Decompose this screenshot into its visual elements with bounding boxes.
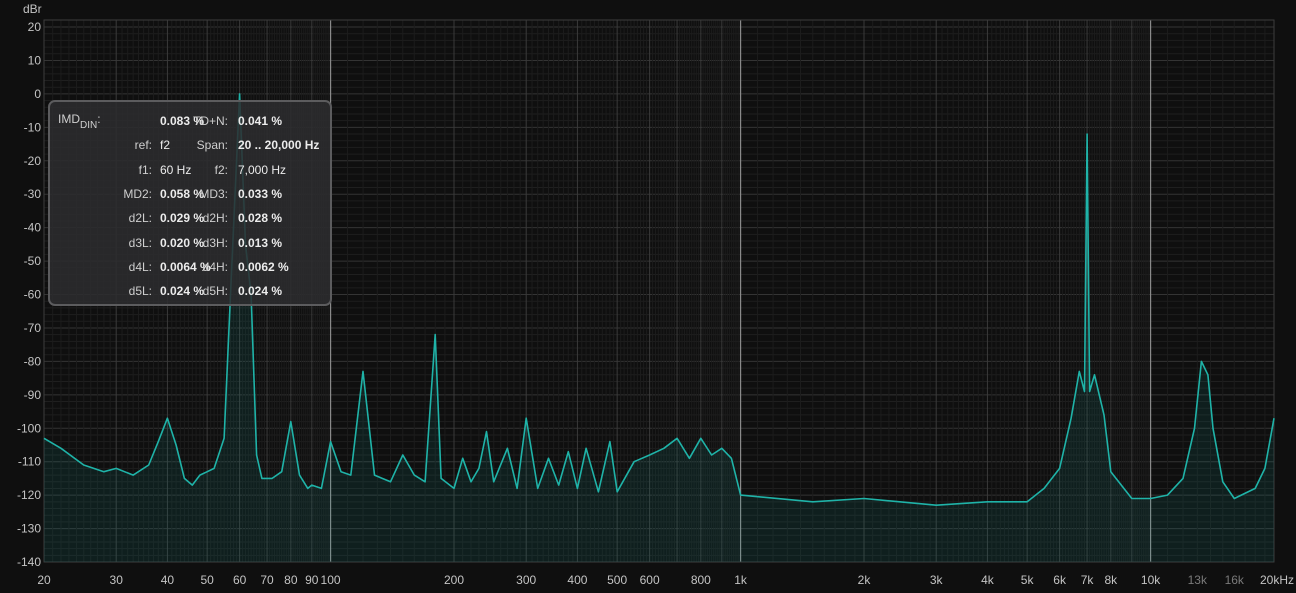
x-tick-label: 90	[305, 573, 319, 587]
y-tick-label: -30	[24, 187, 42, 201]
x-tick-label: 16k	[1225, 573, 1245, 587]
readout-value-left: f2	[160, 138, 171, 153]
y-tick-label: -60	[24, 288, 42, 302]
x-tick-label: 100	[321, 573, 341, 587]
x-tick-label: 70	[260, 573, 274, 587]
y-axis-label: dBr	[23, 2, 42, 16]
x-tick-label: 600	[640, 573, 660, 587]
x-tick-label: 300	[516, 573, 536, 587]
readout-row: d4L: 0.0064 % d4H: 0.0062 %	[50, 260, 330, 278]
x-tick-label: 20	[37, 573, 51, 587]
readout-label-right: d5H:	[202, 284, 228, 299]
readout-value-right: 0.033 %	[238, 186, 283, 201]
x-tick-label: 6k	[1053, 573, 1067, 587]
readout-row: f1: 60 Hz f2: 7,000 Hz	[50, 163, 330, 181]
readout-label-left: d2L:	[128, 211, 152, 226]
y-tick-label: 0	[34, 87, 41, 101]
readout-label-left: f1:	[138, 162, 152, 177]
readout-value-right: 0.013 %	[238, 235, 283, 250]
y-tick-label: -100	[17, 421, 41, 435]
x-tick-label: 8k	[1105, 573, 1119, 587]
x-tick-label: 50	[200, 573, 214, 587]
readout-label-right: TD+N:	[192, 114, 228, 128]
x-tick-label: 1k	[734, 573, 748, 587]
y-tick-label: 20	[28, 20, 42, 34]
x-tick-label: 7k	[1081, 573, 1095, 587]
readout-row: 0.083 % TD+N: 0.041 %	[50, 114, 330, 132]
readout-label-left: d4L:	[128, 259, 152, 274]
readout-label-right: MD3:	[199, 186, 228, 201]
readout-row: d3L: 0.020 % d3H: 0.013 %	[50, 236, 330, 254]
readout-label-left: d3L:	[128, 235, 152, 250]
x-tick-label: 80	[284, 573, 298, 587]
y-tick-label: -110	[18, 455, 41, 469]
x-tick-label: 500	[607, 573, 627, 587]
x-tick-label: 10k	[1141, 573, 1161, 587]
x-tick-label: 40	[161, 573, 175, 587]
readout-value-left: 60 Hz	[160, 162, 192, 177]
x-axis-ticks: 20 30 40 50 60 70 80 90 100 200 300 400 500 600 800 1k 2…	[37, 573, 1294, 587]
readout-value-right: 0.041 %	[238, 114, 283, 128]
readout-label-right: d2H:	[202, 211, 228, 226]
y-tick-label: -70	[24, 321, 42, 335]
y-axis-ticks: 20 10 0 -10 -20 -30 -40 -50 -60 -70 -80 -90 -100 -110…	[17, 20, 41, 569]
readout-label-left: d5L:	[128, 284, 152, 299]
readout-label-left: MD2:	[123, 186, 152, 201]
y-tick-label: 10	[28, 53, 42, 67]
readout-row: d2L: 0.029 % d2H: 0.028 %	[50, 211, 330, 229]
readout-row: MD2: 0.058 % MD3: 0.033 %	[50, 187, 330, 205]
x-tick-label: 2k	[858, 573, 872, 587]
y-tick-label: -20	[24, 154, 42, 168]
imd-readout-panel: IMDDIN: 0.083 % TD+N: 0.041 % ref: f2 Span: 20…	[48, 100, 332, 306]
readout-value-left: 0.024 %	[160, 284, 205, 299]
readout-value-left: 0.020 %	[160, 235, 205, 250]
readout-value-right: 20 .. 20,000 Hz	[238, 138, 320, 153]
readout-value-left: 0.029 %	[160, 211, 205, 226]
readout-value-right: 7,000 Hz	[238, 162, 287, 177]
y-tick-label: -40	[24, 221, 42, 235]
x-tick-label: 13k	[1188, 573, 1208, 587]
y-tick-label: -80	[24, 354, 42, 368]
x-tick-label: 4k	[981, 573, 995, 587]
x-tick-label: 200	[444, 573, 464, 587]
readout-value-left: 0.058 %	[160, 186, 205, 201]
x-tick-label: 60	[233, 573, 247, 587]
readout-label-right: f2:	[214, 162, 228, 177]
readout-label-right: Span:	[196, 138, 228, 153]
y-tick-label: -130	[17, 522, 41, 536]
readout-row: ref: f2 Span: 20 .. 20,000 Hz	[50, 138, 330, 156]
readout-value-right: 0.024 %	[238, 284, 283, 299]
readout-label-left: ref:	[134, 138, 152, 153]
readout-label-right: d4H:	[202, 259, 228, 274]
y-tick-label: -120	[17, 488, 41, 502]
y-tick-label: -90	[24, 388, 42, 402]
x-tick-label: 20kHz	[1260, 573, 1294, 587]
y-tick-label: -10	[24, 120, 42, 134]
x-tick-label: 30	[110, 573, 124, 587]
x-tick-label: 5k	[1021, 573, 1035, 587]
readout-value-right: 0.028 %	[238, 211, 283, 226]
readout-label-right: d3H:	[202, 235, 228, 250]
x-tick-label: 800	[691, 573, 711, 587]
x-tick-label: 400	[567, 573, 587, 587]
readout-value-right: 0.0062 %	[238, 259, 289, 274]
x-tick-label: 3k	[930, 573, 944, 587]
y-tick-label: -140	[17, 555, 41, 569]
y-tick-label: -50	[24, 254, 42, 268]
readout-row: d5L: 0.024 % d5H: 0.024 %	[50, 284, 330, 302]
